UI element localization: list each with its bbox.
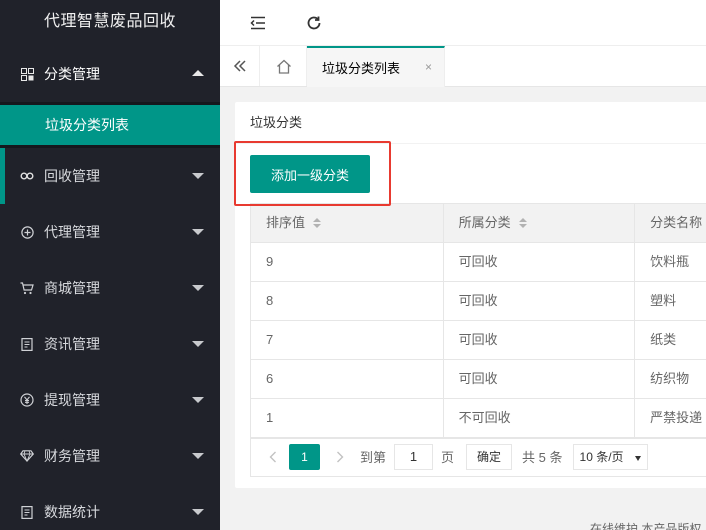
table-row: 8 可回收 塑料 bbox=[251, 282, 706, 321]
sidebar-subitem-trash-category-list[interactable]: 垃圾分类列表 bbox=[0, 105, 220, 145]
next-page-icon[interactable] bbox=[328, 445, 352, 469]
chevron-down-icon bbox=[192, 453, 204, 459]
sidebar-item-label: 分类管理 bbox=[44, 66, 100, 82]
chevron-down-icon bbox=[192, 285, 204, 291]
sidebar-item-withdraw[interactable]: 提现管理 bbox=[0, 372, 220, 428]
goto-prefix-label: 到第 bbox=[360, 450, 387, 465]
sidebar-item-mall[interactable]: 商城管理 bbox=[0, 260, 220, 316]
sort-icon[interactable] bbox=[518, 218, 527, 228]
cell-name: 纺织物 bbox=[650, 371, 690, 386]
link-icon bbox=[20, 169, 34, 183]
sidebar: 代理智慧废品回收 分类管理 垃圾分类列表 回收管理 代理管理 商城管理 资讯管理… bbox=[0, 0, 220, 530]
sidebar-item-category[interactable]: 分类管理 bbox=[0, 46, 220, 102]
sidebar-item-stats[interactable]: 数据统计 bbox=[0, 484, 220, 530]
cell-category: 可回收 bbox=[444, 282, 636, 320]
app-logo-title: 代理智慧废品回收 bbox=[0, 0, 220, 46]
tab-trash-category-list[interactable]: 垃圾分类列表 × bbox=[307, 46, 445, 87]
table-header-row: 排序值 所属分类 分类名称 bbox=[251, 204, 706, 243]
cell-name: 饮料瓶 bbox=[650, 254, 690, 269]
add-top-level-category-button[interactable]: 添加一级分类 bbox=[250, 155, 370, 193]
doc-icon bbox=[20, 337, 34, 351]
cell-category: 可回收 bbox=[444, 360, 636, 398]
tab-bar: 垃圾分类列表 × bbox=[220, 46, 706, 87]
chevron-down-icon bbox=[192, 229, 204, 235]
chevron-down-icon bbox=[192, 397, 204, 403]
sidebar-item-news[interactable]: 资讯管理 bbox=[0, 316, 220, 372]
prev-page-icon[interactable] bbox=[261, 445, 285, 469]
column-header-category[interactable]: 所属分类 bbox=[444, 204, 636, 242]
cell-category: 可回收 bbox=[444, 243, 636, 281]
cell-sort-value: 7 bbox=[251, 321, 444, 359]
column-header-name: 分类名称 bbox=[650, 215, 703, 230]
cell-sort-value: 8 bbox=[251, 282, 444, 320]
dropdown-arrow-icon bbox=[634, 455, 641, 461]
sidebar-item-label: 财务管理 bbox=[44, 448, 100, 464]
chevron-down-icon bbox=[192, 341, 204, 347]
cart-icon bbox=[20, 281, 34, 295]
table-row: 7 可回收 纸类 bbox=[251, 321, 706, 360]
table-row: 6 可回收 纺织物 bbox=[251, 360, 706, 399]
table-row: 1 不可回收 严禁投递 bbox=[251, 399, 706, 438]
cell-category: 可回收 bbox=[444, 321, 636, 359]
cell-name: 严禁投递 bbox=[650, 410, 703, 425]
menu-group-category: 分类管理 垃圾分类列表 bbox=[0, 46, 220, 148]
sidebar-item-label: 数据统计 bbox=[44, 504, 100, 520]
diamond-icon bbox=[20, 449, 34, 463]
tabs-scroll-left-icon[interactable] bbox=[220, 46, 260, 86]
sidebar-item-label: 回收管理 bbox=[44, 168, 100, 184]
cell-sort-value: 1 bbox=[251, 399, 444, 437]
chevron-down-icon bbox=[192, 173, 204, 179]
doc-icon bbox=[20, 505, 34, 519]
submenu-category: 垃圾分类列表 bbox=[0, 102, 220, 148]
goto-page-input[interactable] bbox=[394, 443, 434, 470]
sidebar-item-label: 提现管理 bbox=[44, 392, 100, 408]
cell-sort-value: 6 bbox=[251, 360, 444, 398]
cell-category: 不可回收 bbox=[444, 399, 636, 437]
pagination: 1 到第 页 确定 共 5 条 10 条/页 bbox=[250, 437, 706, 477]
cell-name: 塑料 bbox=[650, 293, 677, 308]
goto-suffix-label: 页 bbox=[441, 450, 455, 465]
page-size-select[interactable]: 10 条/页 bbox=[572, 443, 648, 470]
tab-label: 垃圾分类列表 bbox=[322, 61, 401, 76]
collapse-menu-icon[interactable] bbox=[247, 12, 269, 34]
footer-text: 在线维护 本产品版权 bbox=[590, 522, 702, 530]
sidebar-item-finance[interactable]: 财务管理 bbox=[0, 428, 220, 484]
cell-sort-value: 9 bbox=[251, 243, 444, 281]
total-count: 共 5 条 bbox=[522, 450, 563, 465]
chevron-down-icon bbox=[192, 509, 204, 515]
sidebar-item-label: 代理管理 bbox=[44, 224, 100, 240]
table-row: 9 可回收 饮料瓶 bbox=[251, 243, 706, 282]
chevron-up-icon bbox=[192, 70, 204, 76]
refresh-icon[interactable] bbox=[303, 12, 325, 34]
home-tab-icon[interactable] bbox=[261, 46, 307, 86]
content-card: 垃圾分类 添加一级分类 排序值 所属分类 分类名称 9 可回收 饮料瓶 8 可回… bbox=[235, 102, 706, 488]
category-table: 排序值 所属分类 分类名称 9 可回收 饮料瓶 8 可回收 塑料 7 可回收 纸… bbox=[250, 203, 706, 439]
page-size-value: 10 条/页 bbox=[579, 450, 624, 464]
top-header bbox=[220, 0, 706, 46]
menu-group-recycle: 回收管理 bbox=[0, 148, 220, 204]
grid-icon bbox=[20, 67, 34, 81]
plus-circle-icon bbox=[20, 225, 34, 239]
page-current[interactable]: 1 bbox=[289, 443, 320, 470]
goto-confirm-button[interactable]: 确定 bbox=[466, 443, 513, 470]
sidebar-item-label: 资讯管理 bbox=[44, 336, 100, 352]
sidebar-item-recycle[interactable]: 回收管理 bbox=[0, 148, 220, 204]
cell-name: 纸类 bbox=[650, 332, 677, 347]
card-title: 垃圾分类 bbox=[235, 102, 706, 144]
sidebar-item-label: 商城管理 bbox=[44, 280, 100, 296]
close-icon[interactable]: × bbox=[425, 60, 432, 74]
sort-icon[interactable] bbox=[313, 218, 322, 228]
yen-icon bbox=[20, 393, 34, 407]
column-header-sort[interactable]: 排序值 bbox=[251, 204, 444, 242]
sidebar-item-agent[interactable]: 代理管理 bbox=[0, 204, 220, 260]
